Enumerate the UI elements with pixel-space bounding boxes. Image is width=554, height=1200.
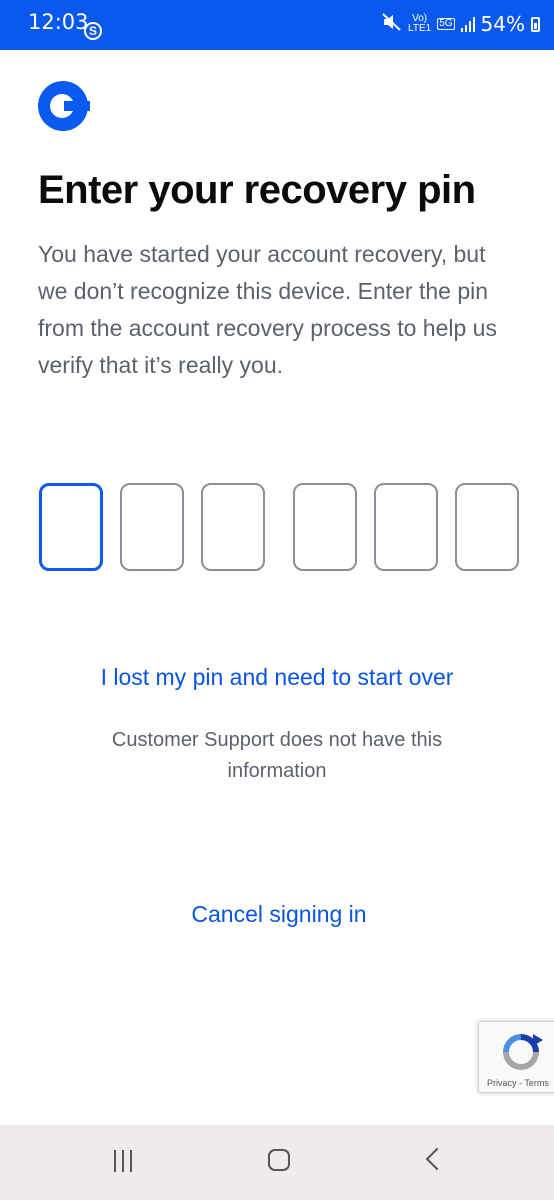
cancel-signing-in-link[interactable]: Cancel signing in [0, 901, 554, 928]
recaptcha-icon [503, 1034, 543, 1070]
signal-strength-icon [460, 16, 475, 32]
status-time: 12:03 [28, 10, 89, 34]
home-button[interactable] [241, 1125, 321, 1200]
lost-pin-link[interactable]: I lost my pin and need to start over [0, 664, 554, 691]
recents-button[interactable] [85, 1125, 165, 1200]
app-notification-icon: S [84, 22, 102, 40]
back-button[interactable] [397, 1125, 477, 1200]
recaptcha-badge[interactable]: Privacy - Terms [478, 1021, 554, 1093]
mute-icon [382, 12, 402, 36]
5g-indicator: 5G [437, 18, 455, 30]
status-icons: Vo) LTE1 5G 54% [382, 8, 540, 40]
battery-icon [531, 16, 540, 32]
pin-digit-1[interactable] [39, 483, 103, 571]
pin-digit-3[interactable] [201, 483, 265, 571]
pin-input-group [0, 483, 554, 573]
battery-percent: 54% [480, 12, 525, 36]
home-icon [268, 1149, 290, 1171]
pin-digit-4[interactable] [293, 483, 357, 571]
pin-digit-2[interactable] [120, 483, 184, 571]
pin-digit-5[interactable] [374, 483, 438, 571]
back-icon [425, 1147, 449, 1171]
recovery-description: You have started your account recovery, … [38, 241, 497, 378]
pin-digit-6[interactable] [455, 483, 519, 571]
page-title: Enter your recovery pin [38, 168, 476, 212]
support-note: Customer Support does not have this info… [111, 729, 443, 782]
status-bar: 12:03 S Vo) LTE1 5G 54% [0, 0, 554, 50]
system-navigation-bar [0, 1125, 554, 1200]
volte-indicator: Vo) LTE1 [408, 13, 432, 34]
recents-icon [110, 1150, 140, 1172]
coinbase-logo-icon [38, 81, 90, 131]
recaptcha-terms[interactable]: Privacy - Terms [487, 1078, 549, 1088]
